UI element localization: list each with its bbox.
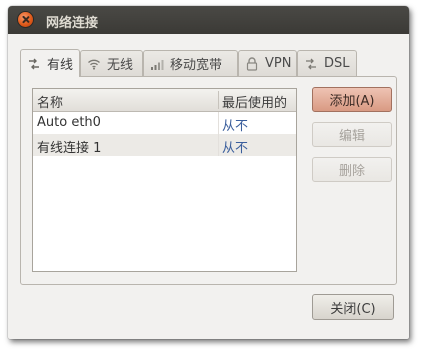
dsl-icon bbox=[304, 57, 318, 71]
list-item[interactable]: 有线连接 1 从不 bbox=[33, 134, 296, 156]
lock-icon bbox=[245, 56, 259, 71]
tab-wired[interactable]: 有线 bbox=[20, 49, 80, 77]
tab-mobile-broadband-label: 移动宽带 bbox=[170, 58, 223, 73]
column-divider bbox=[218, 112, 219, 134]
signal-bars-icon bbox=[150, 57, 164, 71]
add-button[interactable]: 添加(A) bbox=[312, 87, 392, 112]
column-divider bbox=[218, 91, 219, 109]
column-header-name[interactable]: 名称 bbox=[37, 92, 63, 111]
tab-wireless[interactable]: 无线 bbox=[80, 50, 143, 76]
tab-dsl[interactable]: DSL bbox=[297, 50, 357, 76]
list-header: 名称 最后使用的 bbox=[33, 89, 296, 112]
connection-last-used: 从不 bbox=[222, 119, 249, 134]
tab-mobile-broadband[interactable]: 移动宽带 bbox=[143, 50, 238, 76]
tab-wired-label: 有线 bbox=[47, 58, 74, 73]
titlebar: 网络连接 bbox=[8, 6, 409, 34]
connection-last-used: 从不 bbox=[222, 141, 249, 156]
network-connections-window: 网络连接 有线 无线 移动宽带 VPN DSL 名称 最后使用的 Auto et… bbox=[8, 6, 409, 339]
tab-vpn-label: VPN bbox=[265, 56, 292, 71]
window-title: 网络连接 bbox=[46, 16, 99, 31]
wireless-icon bbox=[87, 57, 101, 71]
close-button[interactable]: 关闭(C) bbox=[312, 294, 394, 320]
delete-button[interactable]: 删除 bbox=[312, 157, 392, 182]
connections-list[interactable]: 名称 最后使用的 Auto eth0 从不 有线连接 1 从不 bbox=[32, 88, 297, 272]
tab-vpn[interactable]: VPN bbox=[238, 50, 297, 76]
column-header-last-used[interactable]: 最后使用的 bbox=[222, 92, 287, 111]
wired-icon bbox=[27, 57, 41, 71]
connection-name: 有线连接 1 bbox=[37, 141, 102, 156]
connection-name: Auto eth0 bbox=[37, 115, 101, 130]
tab-panel-wired: 名称 最后使用的 Auto eth0 从不 有线连接 1 从不 添加(A) 编辑… bbox=[20, 76, 397, 285]
tab-dsl-label: DSL bbox=[324, 56, 350, 71]
list-item[interactable]: Auto eth0 从不 bbox=[33, 112, 296, 134]
window-close-button[interactable] bbox=[18, 12, 33, 27]
edit-button[interactable]: 编辑 bbox=[312, 122, 392, 147]
tab-wireless-label: 无线 bbox=[107, 58, 134, 73]
column-divider bbox=[218, 134, 219, 156]
